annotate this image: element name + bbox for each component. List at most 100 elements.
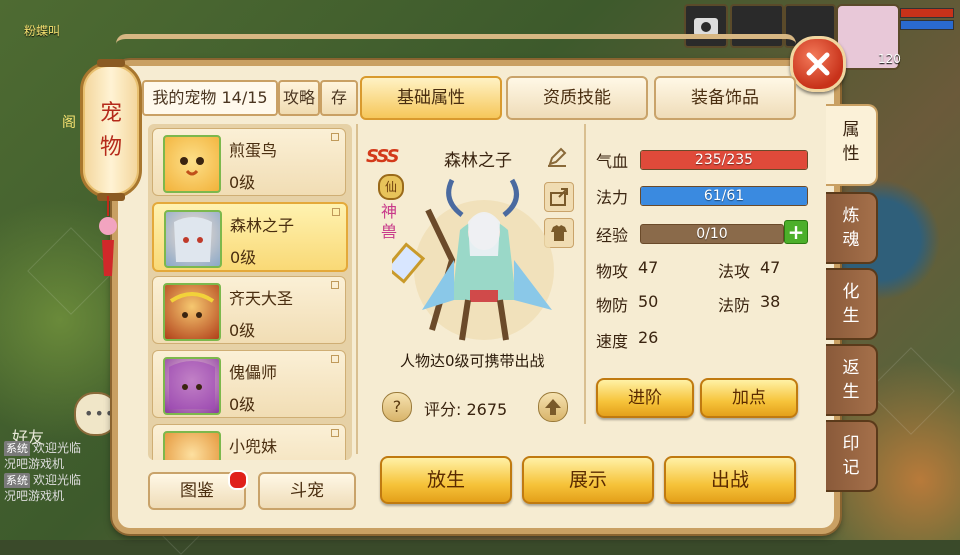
corner-ornament [331, 429, 339, 437]
notification-dot [228, 470, 248, 490]
panel-top-ornament [116, 34, 796, 57]
corner-ornament [331, 133, 339, 141]
chat-line: 系统 欢迎光临 [4, 472, 124, 488]
my-pets-label: 我的宠物 [152, 88, 217, 107]
mp-label: 法力 [596, 188, 629, 207]
pet-portrait [163, 431, 221, 460]
pet-name: 小兜妹 [229, 437, 278, 456]
store-button[interactable]: 存 [320, 80, 358, 116]
show-button[interactable]: 展示 [522, 456, 654, 504]
side-tab-mark[interactable]: 印记 [826, 420, 878, 492]
side-tab-label: 印记 [842, 434, 860, 478]
tab-equipment[interactable]: 装备饰品 [654, 76, 796, 120]
chat-line: 系统 欢迎光临 [4, 440, 124, 456]
mag-def-label: 法防 [718, 296, 751, 315]
side-tab-label: 化生 [842, 282, 860, 326]
battle-button[interactable]: 出战 [664, 456, 796, 504]
add-points-button[interactable]: 加点 [700, 378, 798, 418]
corner-ornament [331, 281, 339, 289]
chat-log[interactable]: 系统 欢迎光临 况吧游戏机 系统 欢迎光临 况吧游戏机 [4, 440, 124, 504]
advance-button[interactable]: 进阶 [596, 378, 694, 418]
release-button[interactable]: 放生 [380, 456, 512, 504]
my-pets-counter: 我的宠物 14/15 [142, 80, 278, 116]
help-icon[interactable]: ? [382, 392, 412, 422]
floor-tile [867, 347, 955, 435]
chat-line: 况吧游戏机 [4, 488, 124, 504]
lantern-cap [97, 59, 125, 67]
pet-model-image [392, 178, 554, 341]
npc-name-label: 粉蝶叫 [24, 24, 61, 38]
side-tab-label: 返生 [842, 358, 860, 402]
phys-def-value: 50 [638, 292, 659, 311]
close-button[interactable] [790, 36, 846, 92]
pet-count: 14/15 [221, 88, 268, 107]
pet-portrait [163, 135, 221, 193]
pet-portrait [163, 283, 221, 341]
chat-text: 况吧游戏机 [4, 457, 65, 471]
side-tab-rebirth[interactable]: 化生 [826, 268, 878, 340]
chat-line: 况吧游戏机 [4, 456, 124, 472]
side-tab-soul-refine[interactable]: 炼魂 [826, 192, 878, 264]
pet-level: 0级 [230, 248, 257, 267]
rank-badge: SSS [366, 146, 400, 167]
pet-level: 0级 [229, 395, 256, 414]
tab-basic-attributes[interactable]: 基础属性 [360, 76, 502, 120]
exp-text: 0/10 [696, 226, 728, 242]
player-level: 120 [878, 52, 901, 66]
edit-icon[interactable] [546, 146, 568, 172]
add-exp-button[interactable]: + [784, 220, 808, 244]
player-hp-bar [900, 8, 954, 18]
upgrade-icon[interactable] [538, 392, 568, 422]
hp-bar: 235/235 [640, 150, 808, 170]
player-mp-bar [900, 20, 954, 30]
pet-list-item[interactable]: 傀儡师 0级 [152, 350, 346, 418]
panel-title: 宠物 [83, 97, 139, 165]
selected-pet-name: 森林之子 [444, 151, 512, 171]
pet-name: 傀儡师 [229, 363, 278, 382]
guide-button[interactable]: 攻略 [278, 80, 320, 116]
pet-list-item[interactable]: 齐天大圣 0级 [152, 276, 346, 344]
score-value: 2675 [466, 400, 508, 419]
tassel-icon [99, 196, 117, 276]
pet-list[interactable]: 煎蛋鸟 0级 森林之子 0级 齐天大圣 0级 傀儡师 0级 小兜妹 [148, 124, 352, 460]
close-icon [806, 52, 830, 76]
phys-atk-label: 物攻 [596, 262, 629, 281]
lantern-title-badge: 宠物 [80, 59, 142, 201]
pet-level: 0级 [229, 173, 256, 192]
mag-atk-label: 法攻 [718, 262, 751, 281]
mp-text: 61/61 [703, 188, 745, 204]
side-tab-return-life[interactable]: 返生 [826, 344, 878, 416]
exp-bar: 0/10 [640, 224, 784, 244]
tab-aptitude-skills[interactable]: 资质技能 [506, 76, 648, 120]
chat-text: 欢迎光临 [33, 473, 82, 487]
speed-value: 26 [638, 328, 659, 347]
pet-name: 森林之子 [230, 216, 295, 235]
mag-def-value: 38 [760, 292, 781, 311]
pet-portrait [164, 210, 222, 268]
chat-tag: 系统 [4, 473, 30, 488]
mag-atk-value: 47 [760, 258, 781, 277]
hp-text: 235/235 [694, 152, 754, 168]
pet-name: 齐天大圣 [229, 289, 294, 308]
chat-text: 欢迎光临 [33, 441, 82, 455]
panel-title-text: 宠物 [99, 101, 122, 160]
pet-level: 0级 [229, 321, 256, 340]
phys-def-label: 物防 [596, 296, 629, 315]
side-tab-label: 属性 [842, 120, 860, 164]
exp-label: 经验 [596, 226, 629, 245]
phys-atk-value: 47 [638, 258, 659, 277]
pet-list-item[interactable]: 小兜妹 [152, 424, 346, 460]
score: 评分: 2675 [424, 396, 507, 420]
carry-requirement-hint: 人物达0级可携带出战 [400, 352, 545, 370]
pet-name: 煎蛋鸟 [229, 141, 278, 160]
corner-ornament [331, 355, 339, 363]
side-tab-label: 炼魂 [842, 206, 860, 250]
score-label: 评分: [424, 400, 462, 419]
speed-label: 速度 [596, 332, 629, 351]
divider [584, 124, 586, 424]
side-tab-attributes[interactable]: 属性 [826, 104, 878, 186]
pet-list-item[interactable]: 森林之子 0级 [152, 202, 348, 272]
pet-list-item[interactable]: 煎蛋鸟 0级 [152, 128, 346, 196]
score-row: ? 评分: 2675 [382, 392, 572, 422]
pet-fight-button[interactable]: 斗宠 [258, 472, 356, 510]
